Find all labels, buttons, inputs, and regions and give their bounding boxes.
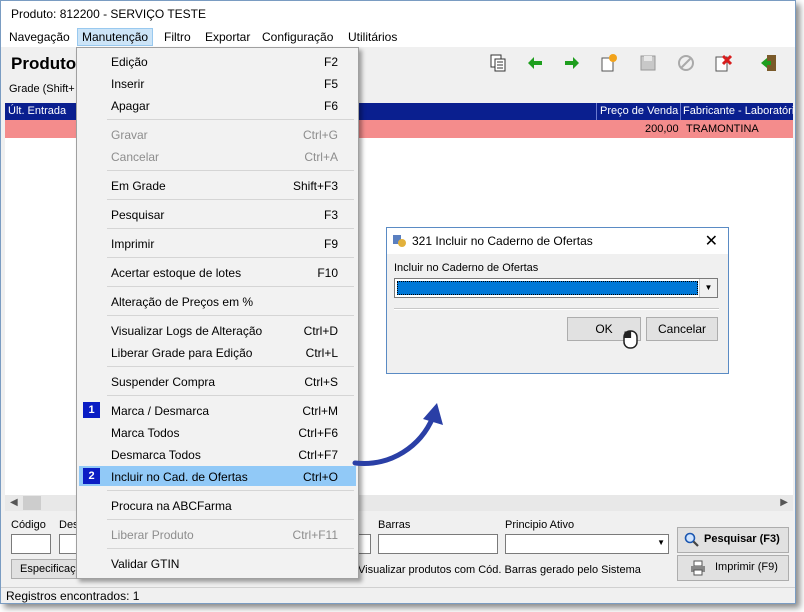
tab-especificacao[interactable]: Especificaç xyxy=(11,559,77,579)
menu-separator xyxy=(107,519,354,520)
status-text: Registros encontrados: 1 xyxy=(6,589,140,603)
menu-item-incluir-ofertas[interactable]: 2 Incluir no Cad. de Ofertas Ctrl+O xyxy=(79,466,356,486)
menu-item-validar-gtin[interactable]: Validar GTIN xyxy=(79,553,356,573)
chevron-down-icon[interactable]: ▼ xyxy=(699,279,717,297)
save-icon xyxy=(640,55,656,71)
menu-configuracao[interactable]: Configuração xyxy=(262,30,333,44)
search-icon xyxy=(684,532,699,547)
main-window: Produto: 812200 - SERVIÇO TESTE Navegaçã… xyxy=(0,0,796,604)
page-title: Produtos xyxy=(11,54,86,73)
dialog-field-label: Incluir no Caderno de Ofertas xyxy=(394,262,539,274)
checkbox-label[interactable]: Visualizar produtos com Cód. Barras gera… xyxy=(358,564,641,576)
menu-exportar[interactable]: Exportar xyxy=(205,30,250,44)
col-ult-entrada[interactable]: Últ. Entrada xyxy=(8,105,66,117)
menu-item-visualizar-logs[interactable]: Visualizar Logs de Alteração Ctrl+D xyxy=(79,320,356,340)
barras-input[interactable] xyxy=(378,534,498,554)
menu-separator xyxy=(107,228,354,229)
incluir-ofertas-dialog: 321 Incluir no Caderno de Ofertas ✕ Incl… xyxy=(386,227,729,374)
menu-item-gravar: Gravar Ctrl+G xyxy=(111,128,338,142)
menu-separator xyxy=(107,315,354,316)
menu-manutencao[interactable]: Manutenção xyxy=(77,28,154,46)
copy-icon[interactable] xyxy=(488,53,508,73)
dialog-title: 321 Incluir no Caderno de Ofertas xyxy=(412,234,593,248)
scroll-left-icon[interactable]: ◀ xyxy=(10,497,18,508)
menu-item-alteracao-precos[interactable]: Alteração de Preços em % xyxy=(79,291,356,311)
grade-label: Grade (Shift+ xyxy=(9,83,75,95)
chevron-down-icon: ▼ xyxy=(657,538,665,547)
menu-item-marca-todos[interactable]: Marca Todos Ctrl+F6 xyxy=(79,422,356,442)
menu-item-marca-desmarca[interactable]: 1 Marca / Desmarca Ctrl+M xyxy=(79,400,356,420)
divider xyxy=(394,308,719,310)
step-badge: 2 xyxy=(83,468,100,484)
menu-item-pesquisar[interactable]: Pesquisar F3 xyxy=(79,204,356,224)
col-fabricante[interactable]: Fabricante - Laboratório xyxy=(683,105,795,117)
imprimir-button[interactable]: Imprimir (F9) xyxy=(677,555,789,581)
arrow-left-icon[interactable] xyxy=(525,53,545,73)
printer-icon xyxy=(691,560,705,576)
menu-bar: Navegação Manutenção Filtro Exportar Con… xyxy=(1,27,795,47)
menu-item-apagar[interactable]: Apagar F6 xyxy=(79,95,356,115)
caderno-select[interactable]: ▼ xyxy=(394,278,718,298)
cancel-button[interactable]: Cancelar xyxy=(646,317,718,341)
menu-separator xyxy=(107,366,354,367)
cell-preco: 200,00 xyxy=(645,123,679,135)
principio-label: Principio Ativo xyxy=(505,519,575,531)
menu-item-cancelar: Cancelar Ctrl+A xyxy=(111,150,338,164)
arrow-right-icon[interactable] xyxy=(562,53,582,73)
annotation-arrow-icon xyxy=(352,403,443,466)
title-bar: Produto: 812200 - SERVIÇO TESTE xyxy=(1,1,795,27)
app-icon xyxy=(393,235,406,247)
dialog-title-bar: 321 Incluir no Caderno de Ofertas ✕ xyxy=(387,228,728,254)
menu-item-procura-abcfarma[interactable]: Procura na ABCFarma xyxy=(79,495,356,515)
menu-item-acertar-estoque[interactable]: Acertar estoque de lotes F10 xyxy=(79,262,356,282)
manutencao-dropdown-menu: Edição F2 Inserir F5 Apagar F6 Gravar Ctrl+G… xyxy=(76,47,359,579)
exit-icon[interactable] xyxy=(759,53,779,73)
col-preco-venda[interactable]: Preço de Venda xyxy=(600,105,678,117)
menu-item-desmarca-todos[interactable]: Desmarca Todos Ctrl+F7 xyxy=(79,444,356,464)
menu-filtro[interactable]: Filtro xyxy=(164,30,191,44)
menu-separator xyxy=(107,490,354,491)
menu-separator xyxy=(107,199,354,200)
menu-item-liberar-grade[interactable]: Liberar Grade para Edição Ctrl+L xyxy=(79,342,356,362)
principio-select[interactable]: ▼ xyxy=(505,534,669,554)
codigo-label: Código xyxy=(11,519,46,531)
menu-item-em-grade[interactable]: Em Grade Shift+F3 xyxy=(79,175,356,195)
menu-separator xyxy=(107,170,354,171)
delete-icon[interactable] xyxy=(713,53,733,73)
menu-utilitarios[interactable]: Utilitários xyxy=(348,30,397,44)
cancel-icon xyxy=(678,55,694,71)
menu-separator xyxy=(107,548,354,549)
step-badge: 1 xyxy=(83,402,100,418)
field-input[interactable] xyxy=(357,534,371,554)
cell-fabricante: TRAMONTINA xyxy=(686,123,759,135)
menu-item-suspender-compra[interactable]: Suspender Compra Ctrl+S xyxy=(79,371,356,391)
menu-item-inserir[interactable]: Inserir F5 xyxy=(79,73,356,93)
barras-label: Barras xyxy=(378,519,411,531)
scroll-right-icon[interactable]: ▶ xyxy=(780,497,788,508)
menu-separator xyxy=(107,119,354,120)
menu-item-imprimir[interactable]: Imprimir F9 xyxy=(79,233,356,253)
codigo-input[interactable] xyxy=(11,534,51,554)
desc-input[interactable] xyxy=(59,534,77,554)
scroll-thumb[interactable] xyxy=(23,496,41,510)
mouse-icon xyxy=(623,330,638,349)
menu-separator xyxy=(107,286,354,287)
status-bar: Registros encontrados: 1 xyxy=(1,587,795,603)
menu-item-edicao[interactable]: Edição F2 xyxy=(79,51,356,71)
window-title: Produto: 812200 - SERVIÇO TESTE xyxy=(11,7,206,21)
selected-value xyxy=(397,281,698,295)
menu-separator xyxy=(107,257,354,258)
new-record-icon[interactable] xyxy=(599,53,619,73)
menu-separator xyxy=(107,395,354,396)
close-icon[interactable]: ✕ xyxy=(705,231,718,251)
menu-navegacao[interactable]: Navegação xyxy=(9,30,70,44)
pesquisar-button[interactable]: Pesquisar (F3) xyxy=(677,527,789,553)
menu-item-liberar-produto: Liberar Produto Ctrl+F11 xyxy=(111,528,338,542)
